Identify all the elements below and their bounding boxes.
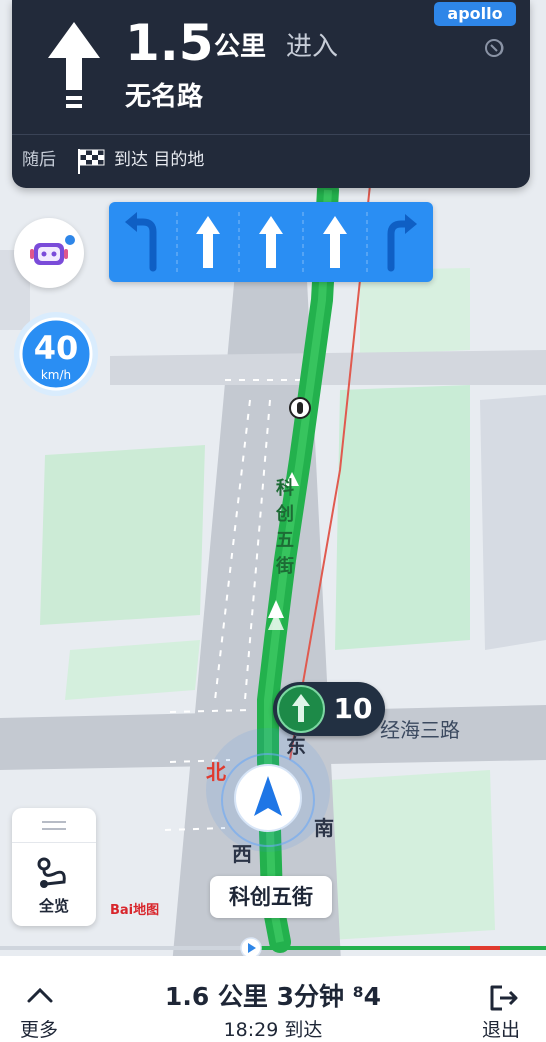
- more-label: 更多: [20, 1019, 59, 1041]
- straight-lane-arrow-icon: [196, 216, 220, 268]
- compass-east: 东: [286, 734, 306, 758]
- baidu-map-logo: Bai地图: [110, 903, 160, 918]
- route-progress-bar: [0, 946, 546, 950]
- maneuver-action: 进入: [286, 32, 339, 62]
- lane-info-value: 10: [333, 692, 373, 725]
- robot-icon: [30, 235, 75, 265]
- route-overview-icon: [37, 857, 66, 888]
- checkered-flag-icon: [78, 149, 105, 174]
- straight-lane-arrow-icon: [323, 216, 347, 268]
- cross-road-upper: [110, 350, 546, 385]
- speed-limit-unit: km/h: [40, 368, 72, 382]
- straight-lane-arrow-icon: [259, 216, 283, 268]
- map-road-label-right: 经海三路: [380, 718, 460, 742]
- straight-arrow-icon: [277, 685, 325, 733]
- sound-icon[interactable]: [484, 38, 508, 58]
- trip-summary: 1.6 公里 3分钟 ⁸4: [164, 982, 382, 1011]
- map-road-label-vertical: 科创五街: [276, 478, 294, 577]
- current-road-name: 科创五街: [229, 885, 313, 909]
- then-label: 随后: [22, 150, 56, 170]
- apollo-logo: apollo: [434, 2, 516, 26]
- park-area-left: [40, 445, 205, 625]
- trip-eta: 18:29 到达: [223, 1019, 323, 1041]
- lane-guidance-bar: [109, 202, 433, 282]
- exit-label: 退出: [482, 1019, 521, 1041]
- chevron-up-icon: [27, 987, 53, 1003]
- menu-handle-icon: [42, 821, 66, 830]
- current-location-icon: [234, 764, 302, 832]
- compass-west: 西: [232, 842, 252, 866]
- exit-icon: [490, 985, 518, 1011]
- compass-north: 北: [206, 760, 226, 784]
- speed-limit-value: 40: [33, 329, 79, 367]
- arrive-destination-label: 到达 目的地: [114, 150, 205, 170]
- compass-south: 南: [314, 816, 334, 840]
- overview-label: 全览: [38, 897, 69, 915]
- right-turn-arrow-icon: [387, 220, 411, 272]
- maneuver-distance: 1.5: [125, 14, 214, 72]
- maneuver-distance-unit: 公里: [214, 32, 267, 62]
- voice-assistant-button[interactable]: [14, 218, 84, 288]
- park-area-bottom: [330, 770, 495, 940]
- maneuver-road-name: 无名路: [125, 82, 204, 112]
- straight-arrow-icon: [48, 22, 100, 108]
- park-area-right: [335, 385, 470, 650]
